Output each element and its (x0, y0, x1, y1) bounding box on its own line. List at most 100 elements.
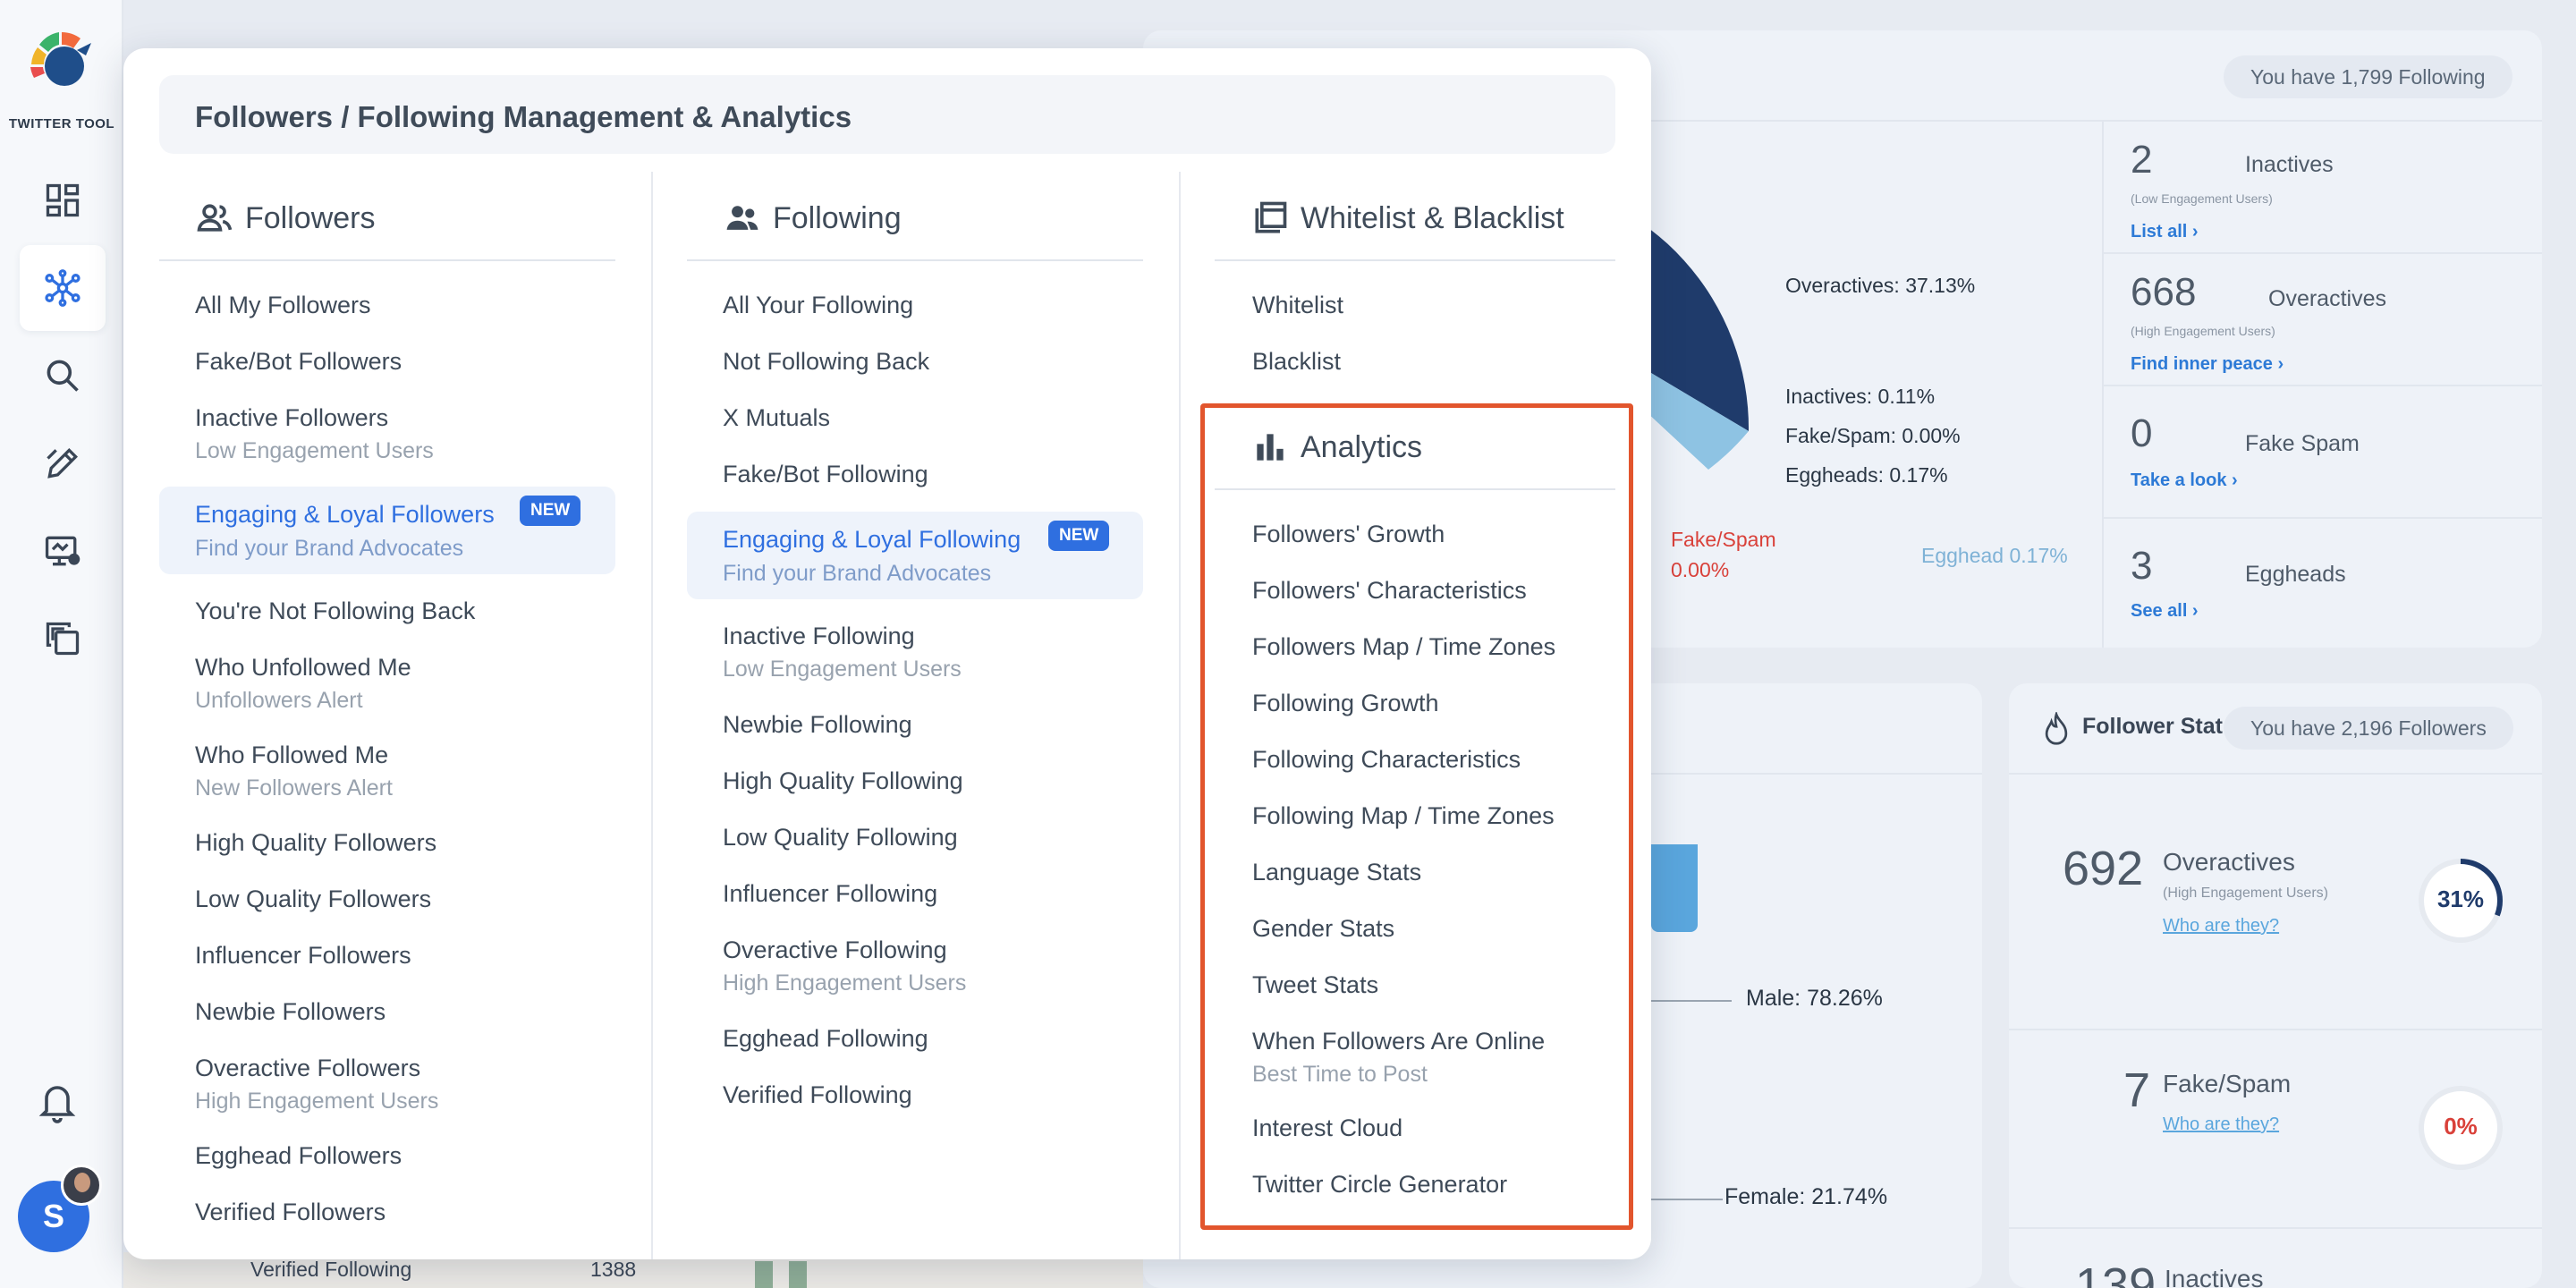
stat-overactives-link[interactable]: Find inner peace › (2131, 354, 2284, 375)
following-heading: Following (723, 199, 902, 238)
logo-text: TWITTER TOOL (8, 116, 115, 131)
stat-overactives-count: 668 (2131, 270, 2197, 314)
fake-spam-percent: 0% (2444, 1113, 2478, 1140)
menu-item-egghead-following[interactable]: Egghead Following (723, 1025, 928, 1053)
menu-item-sub: Find your Brand Advocates (723, 561, 992, 586)
notification-bell-icon[interactable] (36, 1080, 79, 1123)
menu-item-verified-followers[interactable]: Verified Followers (195, 1199, 386, 1226)
menu-item-sub: Low Engagement Users (195, 438, 434, 463)
new-badge: NEW (520, 496, 581, 526)
edit-pen-icon (47, 447, 79, 479)
stats-row-divider (2102, 385, 2542, 386)
menu-item-not-following-back[interactable]: You're Not Following Back (195, 597, 475, 625)
engaging-loyal-following-label: Engaging & Loyal Following (723, 526, 1021, 553)
menu-item-verified-following[interactable]: Verified Following (723, 1081, 912, 1109)
monitor-check-icon (45, 536, 80, 566)
menu-item-high-quality-following[interactable]: High Quality Following (723, 767, 963, 795)
engaging-loyal-followers-label: Engaging & Loyal Followers (195, 501, 495, 528)
menu-item-not-following-back-2[interactable]: Not Following Back (723, 348, 929, 376)
table-row-value: 1388 (590, 1258, 637, 1281)
users-icon (726, 206, 758, 230)
menu-header: Followers / Following Management & Analy… (159, 75, 1615, 154)
leader-line (1651, 1199, 1723, 1200)
menu-item-overactive-following[interactable]: Overactive Following (723, 936, 947, 964)
menu-item-low-quality-followers[interactable]: Low Quality Followers (195, 886, 431, 913)
menu-item-sub: Find your Brand Advocates (195, 536, 464, 561)
pie-label-fake-spam: Fake/Spam: 0.00% (1785, 424, 1961, 447)
follower-inactives-count: 139 (2075, 1258, 2157, 1288)
stat-overactives-label: Overactives (2268, 286, 2386, 311)
menu-item-inactive-followers[interactable]: Inactive Followers (195, 404, 388, 432)
menu-item-influencer-following[interactable]: Influencer Following (723, 880, 937, 908)
follower-fake-spam-label: Fake/Spam (2163, 1070, 2292, 1097)
followers-count-pill: You have 2,196 Followers (2224, 707, 2513, 750)
nav-copy[interactable] (20, 596, 106, 682)
stats-row-divider (2102, 517, 2542, 519)
follower-fake-spam-link[interactable]: Who are they? (2163, 1114, 2279, 1135)
gender-label-female: Female: 21.74% (1724, 1184, 1888, 1209)
search-icon (47, 360, 79, 392)
new-badge: NEW (1048, 521, 1110, 551)
stat-eggheads-link[interactable]: See all › (2131, 601, 2199, 622)
column-divider (1179, 172, 1181, 1259)
menu-item-sub: High Engagement Users (723, 970, 967, 996)
following-heading-label: Following (773, 200, 902, 235)
menu-item-low-quality-following[interactable]: Low Quality Following (723, 824, 958, 852)
menu-item-newbie-followers[interactable]: Newbie Followers (195, 998, 386, 1026)
menu-item-who-unfollowed-me[interactable]: Who Unfollowed Me (195, 654, 411, 682)
menu-item-who-followed-me[interactable]: Who Followed Me (195, 741, 388, 769)
menu-item-newbie-following[interactable]: Newbie Following (723, 711, 912, 739)
menu-item-inactive-following[interactable]: Inactive Following (723, 623, 915, 650)
twitter-tool-logo[interactable] (27, 29, 97, 98)
nav-followers-management[interactable] (20, 245, 106, 331)
follower-overactives-link[interactable]: Who are they? (2163, 916, 2279, 936)
menu-item-all-my-followers[interactable]: All My Followers (195, 292, 371, 319)
nav-compose[interactable] (20, 420, 106, 506)
menu-item-sub: New Followers Alert (195, 775, 393, 801)
stat-inactives-link[interactable]: List all › (2131, 222, 2199, 242)
stats-row-divider (2009, 1227, 2542, 1229)
follower-overactives-label: Overactives (2163, 848, 2295, 876)
users-icon (197, 204, 233, 232)
menu-item-fake-bot-following[interactable]: Fake/Bot Following (723, 461, 928, 488)
menu-item-all-your-following[interactable]: All Your Following (723, 292, 913, 319)
gender-bar-male (1651, 844, 1698, 932)
stat-inactives-count: 2 (2131, 138, 2153, 182)
legend-fake-spam: Fake/Spam (1671, 528, 1776, 551)
overactives-percent: 31% (2436, 886, 2485, 912)
menu-item-whitelist[interactable]: Whitelist (1252, 292, 1343, 319)
card-divider (2009, 773, 2542, 775)
stat-fake-spam-label: Fake Spam (2245, 431, 2360, 456)
menu-item-blacklist[interactable]: Blacklist (1252, 348, 1341, 376)
menu-item-x-mutuals[interactable]: X Mutuals (723, 404, 830, 432)
network-icon (45, 269, 80, 307)
legend-egghead: Egghead 0.17% (1921, 544, 2068, 567)
stats-row-divider (2102, 252, 2542, 254)
menu-title: Followers / Following Management & Analy… (195, 100, 852, 133)
menu-item-fake-bot-followers[interactable]: Fake/Bot Followers (195, 348, 402, 376)
stats-divider (2102, 120, 2104, 648)
follower-fake-spam-count: 7 (2123, 1063, 2151, 1117)
menu-item-overactive-followers[interactable]: Overactive Followers (195, 1055, 420, 1082)
account-photo[interactable] (61, 1165, 102, 1206)
followers-heading-label: Followers (245, 200, 376, 235)
nav-dashboard[interactable] (20, 157, 106, 243)
menu-item-influencer-followers[interactable]: Influencer Followers (195, 942, 411, 970)
pie-label-inactives: Inactives: 0.11% (1785, 385, 1936, 408)
column-divider (651, 172, 653, 1259)
stat-eggheads-count: 3 (2131, 544, 2153, 588)
heading-underline (159, 259, 615, 261)
menu-item-egghead-followers[interactable]: Egghead Followers (195, 1142, 402, 1170)
nav-scheduler[interactable] (20, 508, 106, 594)
heading-underline (1215, 259, 1615, 261)
menu-item-sub: Unfollowers Alert (195, 688, 363, 713)
follower-stats-title: Follower Stat (2082, 714, 2223, 739)
menu-item-high-quality-followers[interactable]: High Quality Followers (195, 829, 436, 857)
follower-overactives-count: 692 (2063, 842, 2144, 895)
stat-fake-spam-link[interactable]: Take a look › (2131, 470, 2238, 491)
follower-inactives-label: Inactives (2165, 1265, 2264, 1288)
pie-label-overactives: Overactives: 37.13% (1785, 274, 1976, 297)
nav-search[interactable] (20, 333, 106, 419)
menu-item-sub: Low Engagement Users (723, 657, 962, 682)
gender-label-male: Male: 78.26% (1746, 986, 1883, 1011)
